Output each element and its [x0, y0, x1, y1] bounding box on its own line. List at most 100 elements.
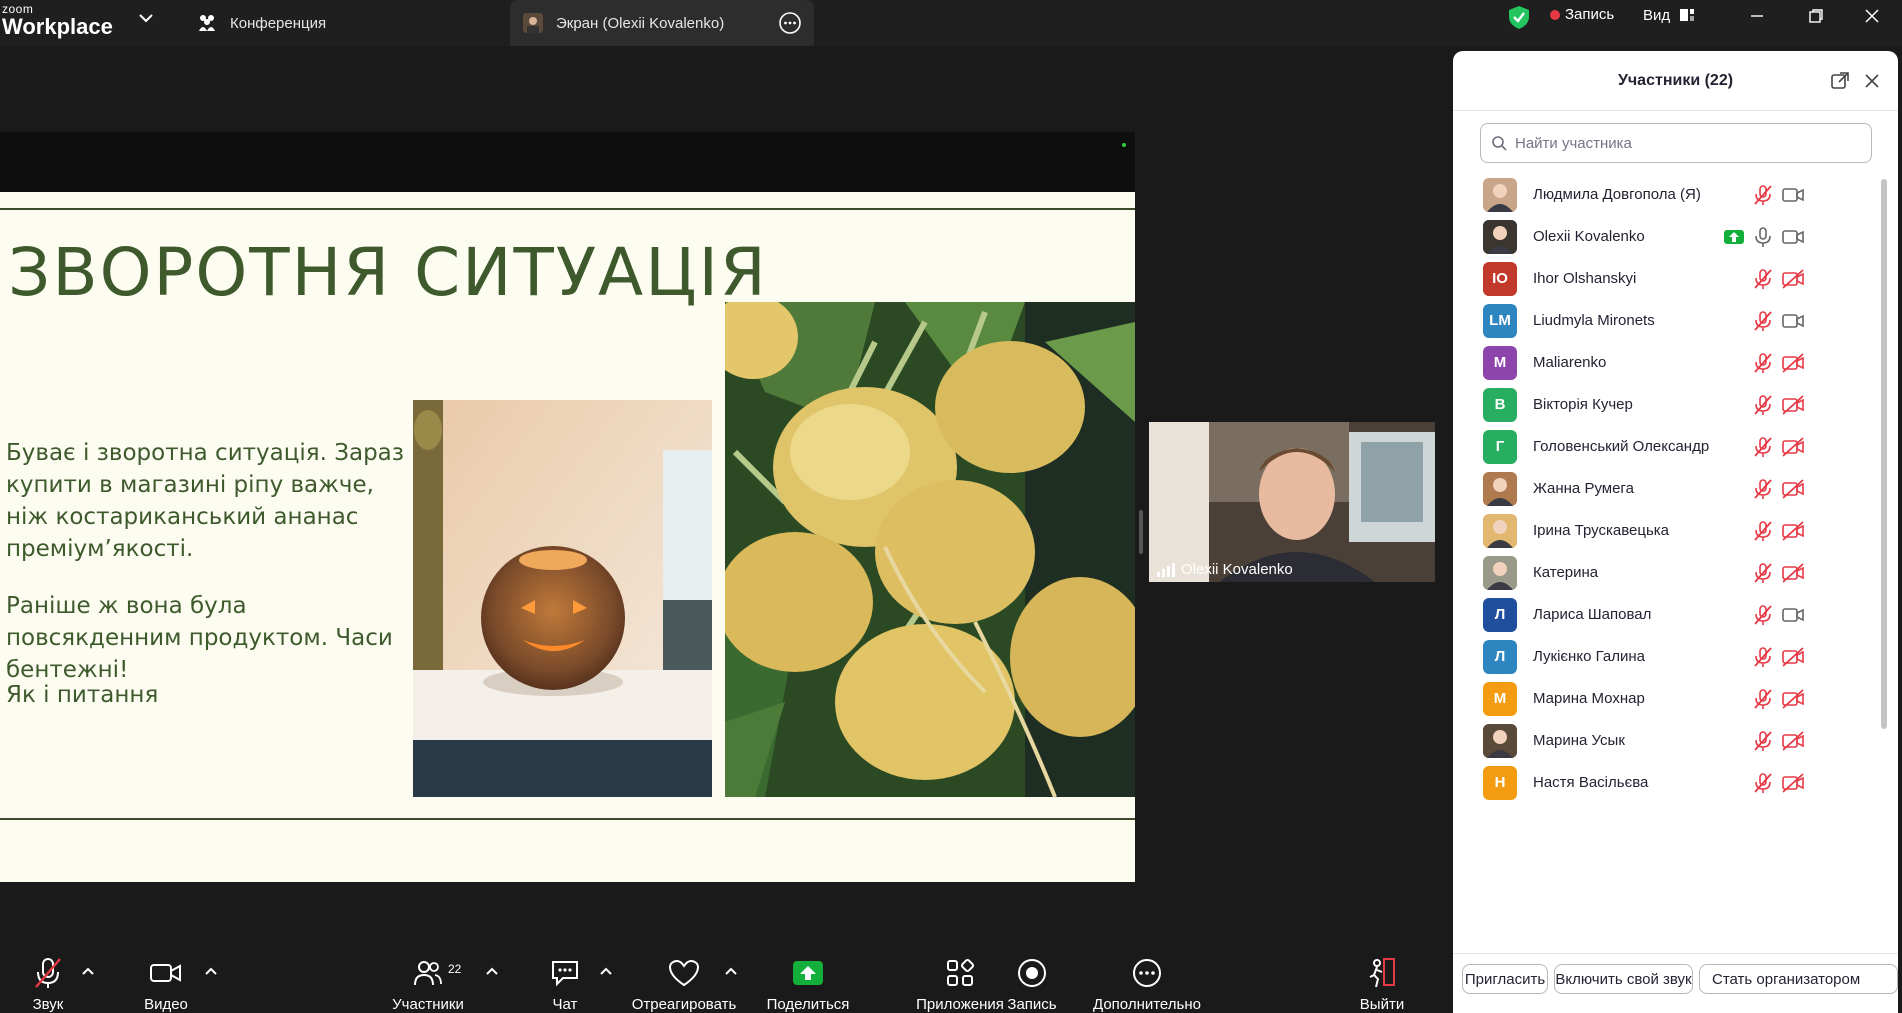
minimize-icon — [1751, 15, 1763, 17]
participant-name: Olexii Kovalenko — [1533, 228, 1645, 245]
participant-avatar — [1483, 723, 1517, 758]
become-host-button[interactable]: Стать организатором — [1699, 964, 1898, 994]
popout-icon[interactable] — [1830, 71, 1850, 91]
security-shield-icon[interactable] — [1506, 4, 1532, 30]
share-screen-icon — [791, 956, 825, 990]
video-camera-icon[interactable] — [1781, 226, 1805, 248]
mic-icon[interactable] — [1752, 226, 1774, 248]
mic-muted-icon[interactable] — [1752, 604, 1774, 626]
chat-button[interactable]: Чат — [547, 944, 583, 1013]
video-off-icon[interactable] — [1781, 478, 1805, 500]
mic-muted-icon[interactable] — [1752, 436, 1774, 458]
participant-avatar: M — [1483, 681, 1517, 716]
mic-muted-icon[interactable] — [1752, 268, 1774, 290]
record-button[interactable]: Запись — [1005, 944, 1059, 1013]
audio-options-caret-icon[interactable] — [81, 966, 95, 976]
splitter-handle[interactable] — [1139, 510, 1143, 554]
video-off-icon[interactable] — [1781, 352, 1805, 374]
video-off-icon[interactable] — [1781, 562, 1805, 584]
video-camera-icon[interactable] — [1781, 184, 1805, 206]
participant-name: Жанна Румега — [1533, 480, 1634, 497]
participant-name: Лукієнко Галина — [1533, 648, 1645, 665]
participant-name: Людмила Довгопола (Я) — [1533, 186, 1701, 203]
participants-count: 22 — [448, 962, 462, 976]
restore-button[interactable] — [1796, 2, 1836, 30]
participant-name: Ірина Трускавецька — [1533, 522, 1670, 539]
participant-list: Людмила Довгопола (Я) Olexii Kovalenko IO I… — [1453, 169, 1883, 946]
view-button[interactable]: Вид — [1643, 6, 1696, 24]
participants-options-caret-icon[interactable] — [485, 966, 499, 976]
video-camera-icon[interactable] — [1781, 604, 1805, 626]
mic-muted-icon[interactable] — [1752, 520, 1774, 542]
record-icon — [1015, 956, 1049, 990]
video-off-icon[interactable] — [1781, 730, 1805, 752]
video-off-icon[interactable] — [1781, 268, 1805, 290]
share-screen-button[interactable]: Поделиться — [766, 944, 850, 1013]
participants-button[interactable]: Участники — [390, 944, 466, 1013]
participant-search[interactable] — [1480, 123, 1872, 163]
video-feed — [1149, 422, 1435, 582]
video-off-icon[interactable] — [1781, 520, 1805, 542]
participant-avatar — [1483, 177, 1517, 212]
close-icon[interactable] — [1862, 71, 1882, 91]
mic-muted-icon[interactable] — [1752, 394, 1774, 416]
mic-muted-icon[interactable] — [1752, 646, 1774, 668]
video-options-caret-icon[interactable] — [204, 966, 218, 976]
signal-strength-icon — [1157, 562, 1175, 577]
participant-avatar: IO — [1483, 261, 1517, 296]
more-options-icon[interactable] — [778, 11, 802, 35]
mic-muted-icon[interactable] — [1752, 310, 1774, 332]
participant-avatar — [1483, 471, 1517, 506]
participant-name: Настя Васільєва — [1533, 774, 1649, 791]
tab-meeting[interactable]: Конференция — [196, 0, 506, 46]
apps-button[interactable]: Приложения — [913, 944, 1007, 1013]
minimize-button[interactable] — [1737, 2, 1777, 30]
video-off-icon[interactable] — [1781, 688, 1805, 710]
mic-muted-icon[interactable] — [1752, 352, 1774, 374]
chat-icon — [548, 956, 582, 990]
participant-list-scrollbar[interactable] — [1879, 169, 1889, 946]
mic-muted-icon[interactable] — [1752, 688, 1774, 710]
participant-name: Марина Мохнар — [1533, 690, 1645, 707]
participant-avatar: Г — [1483, 429, 1517, 464]
tab-screen-share[interactable]: Экран (Olexii Kovalenko) — [510, 0, 814, 46]
participant-avatar — [1483, 555, 1517, 590]
video-button[interactable]: Видео — [140, 944, 192, 1013]
slide-title: ЗВОРОТНЯ СИТУАЦІЯ — [8, 234, 768, 311]
mic-muted-icon[interactable] — [1752, 730, 1774, 752]
recording-dot-icon — [1550, 9, 1560, 20]
video-tile-name: Olexii Kovalenko — [1157, 561, 1293, 578]
close-window-button[interactable] — [1852, 2, 1892, 30]
audio-button[interactable]: Звук — [25, 944, 71, 1013]
mic-muted-icon[interactable] — [1752, 184, 1774, 206]
video-camera-icon[interactable] — [1781, 310, 1805, 332]
chat-options-caret-icon[interactable] — [599, 966, 613, 976]
recording-indicator[interactable]: Запись — [1550, 6, 1614, 23]
slide-bottom-rule — [0, 818, 1135, 820]
chevron-down-icon[interactable] — [136, 8, 156, 28]
react-options-caret-icon[interactable] — [724, 966, 738, 976]
leave-button[interactable]: Выйти — [1359, 944, 1405, 1013]
turnips-bunch-photo — [725, 302, 1135, 797]
panel-footer: Пригласить Включить свой звук Стать орга… — [1453, 953, 1898, 1013]
scrollbar-thumb[interactable] — [1881, 179, 1887, 729]
mic-muted-icon[interactable] — [1752, 478, 1774, 500]
participant-row[interactable]: H Настя Васільєва — [1453, 757, 1883, 808]
video-tile[interactable]: Olexii Kovalenko — [1149, 422, 1435, 582]
apps-icon — [943, 956, 977, 990]
more-button[interactable]: Дополнительно — [1089, 944, 1205, 1013]
video-off-icon[interactable] — [1781, 394, 1805, 416]
mic-muted-icon[interactable] — [1752, 562, 1774, 584]
video-off-icon[interactable] — [1781, 772, 1805, 794]
search-input[interactable] — [1515, 134, 1855, 152]
apps-label: Приложения — [916, 996, 1004, 1013]
restore-icon — [1809, 9, 1823, 23]
mic-muted-icon[interactable] — [1752, 772, 1774, 794]
invite-button[interactable]: Пригласить — [1462, 964, 1548, 994]
unmute-self-button[interactable]: Включить свой звук — [1554, 964, 1693, 994]
react-button[interactable]: Отреагировать — [631, 944, 737, 1013]
video-off-icon[interactable] — [1781, 646, 1805, 668]
video-off-icon[interactable] — [1781, 436, 1805, 458]
participant-name: Катерина — [1533, 564, 1599, 581]
participant-name: Головенський Олександр — [1533, 438, 1710, 455]
